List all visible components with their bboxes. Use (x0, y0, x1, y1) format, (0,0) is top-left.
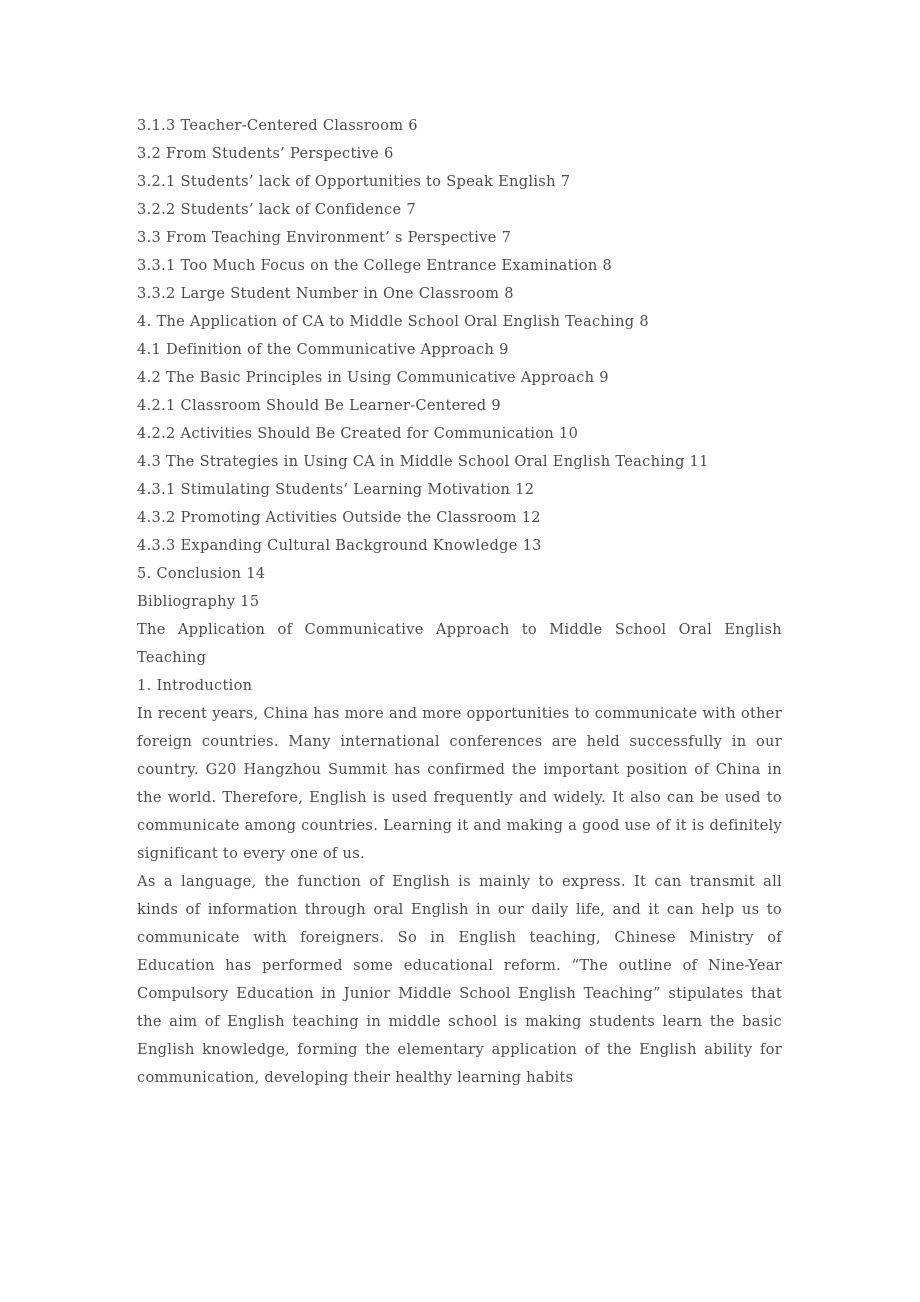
toc-entry: 4.3.3 Expanding Cultural Background Know… (137, 537, 542, 554)
section-heading-introduction: 1. Introduction (137, 677, 253, 694)
toc-entry: Bibliography 15 (137, 593, 260, 610)
toc-entry: 3.3 From Teaching Environment’ s Perspec… (137, 229, 512, 246)
toc-entry: 3.1.3 Teacher-Centered Classroom 6 (137, 117, 418, 134)
toc-entry: 4.3.1 Stimulating Students’ Learning Mot… (137, 481, 535, 498)
document-text-column: 3.1.3 Teacher-Centered Classroom 6 3.2 F… (137, 112, 782, 1092)
toc-entry: 4. The Application of CA to Middle Schoo… (137, 313, 649, 330)
toc-entry: 3.2.1 Students’ lack of Opportunities to… (137, 173, 571, 190)
toc-entry: 4.2.2 Activities Should Be Created for C… (137, 425, 579, 442)
document-page: 3.1.3 Teacher-Centered Classroom 6 3.2 F… (0, 0, 920, 1302)
toc-entry: 3.3.1 Too Much Focus on the College Entr… (137, 257, 613, 274)
toc-entry: 4.3.2 Promoting Activities Outside the C… (137, 509, 541, 526)
toc-entry: 4.1 Definition of the Communicative Appr… (137, 341, 509, 358)
toc-entry: 4.2.1 Classroom Should Be Learner-Center… (137, 397, 501, 414)
toc-entry: 3.2 From Students’ Perspective 6 (137, 145, 394, 162)
paper-title: The Application of Communicative Approac… (137, 621, 787, 666)
body-paragraph: In recent years, China has more and more… (137, 705, 787, 862)
toc-entry: 4.3 The Strategies in Using CA in Middle… (137, 453, 709, 470)
toc-entry: 3.3.2 Large Student Number in One Classr… (137, 285, 514, 302)
toc-entry: 5. Conclusion 14 (137, 565, 266, 582)
toc-entry: 4.2 The Basic Principles in Using Commun… (137, 369, 609, 386)
toc-entry: 3.2.2 Students’ lack of Confidence 7 (137, 201, 416, 218)
body-paragraph: As a language, the function of English i… (137, 873, 787, 1086)
